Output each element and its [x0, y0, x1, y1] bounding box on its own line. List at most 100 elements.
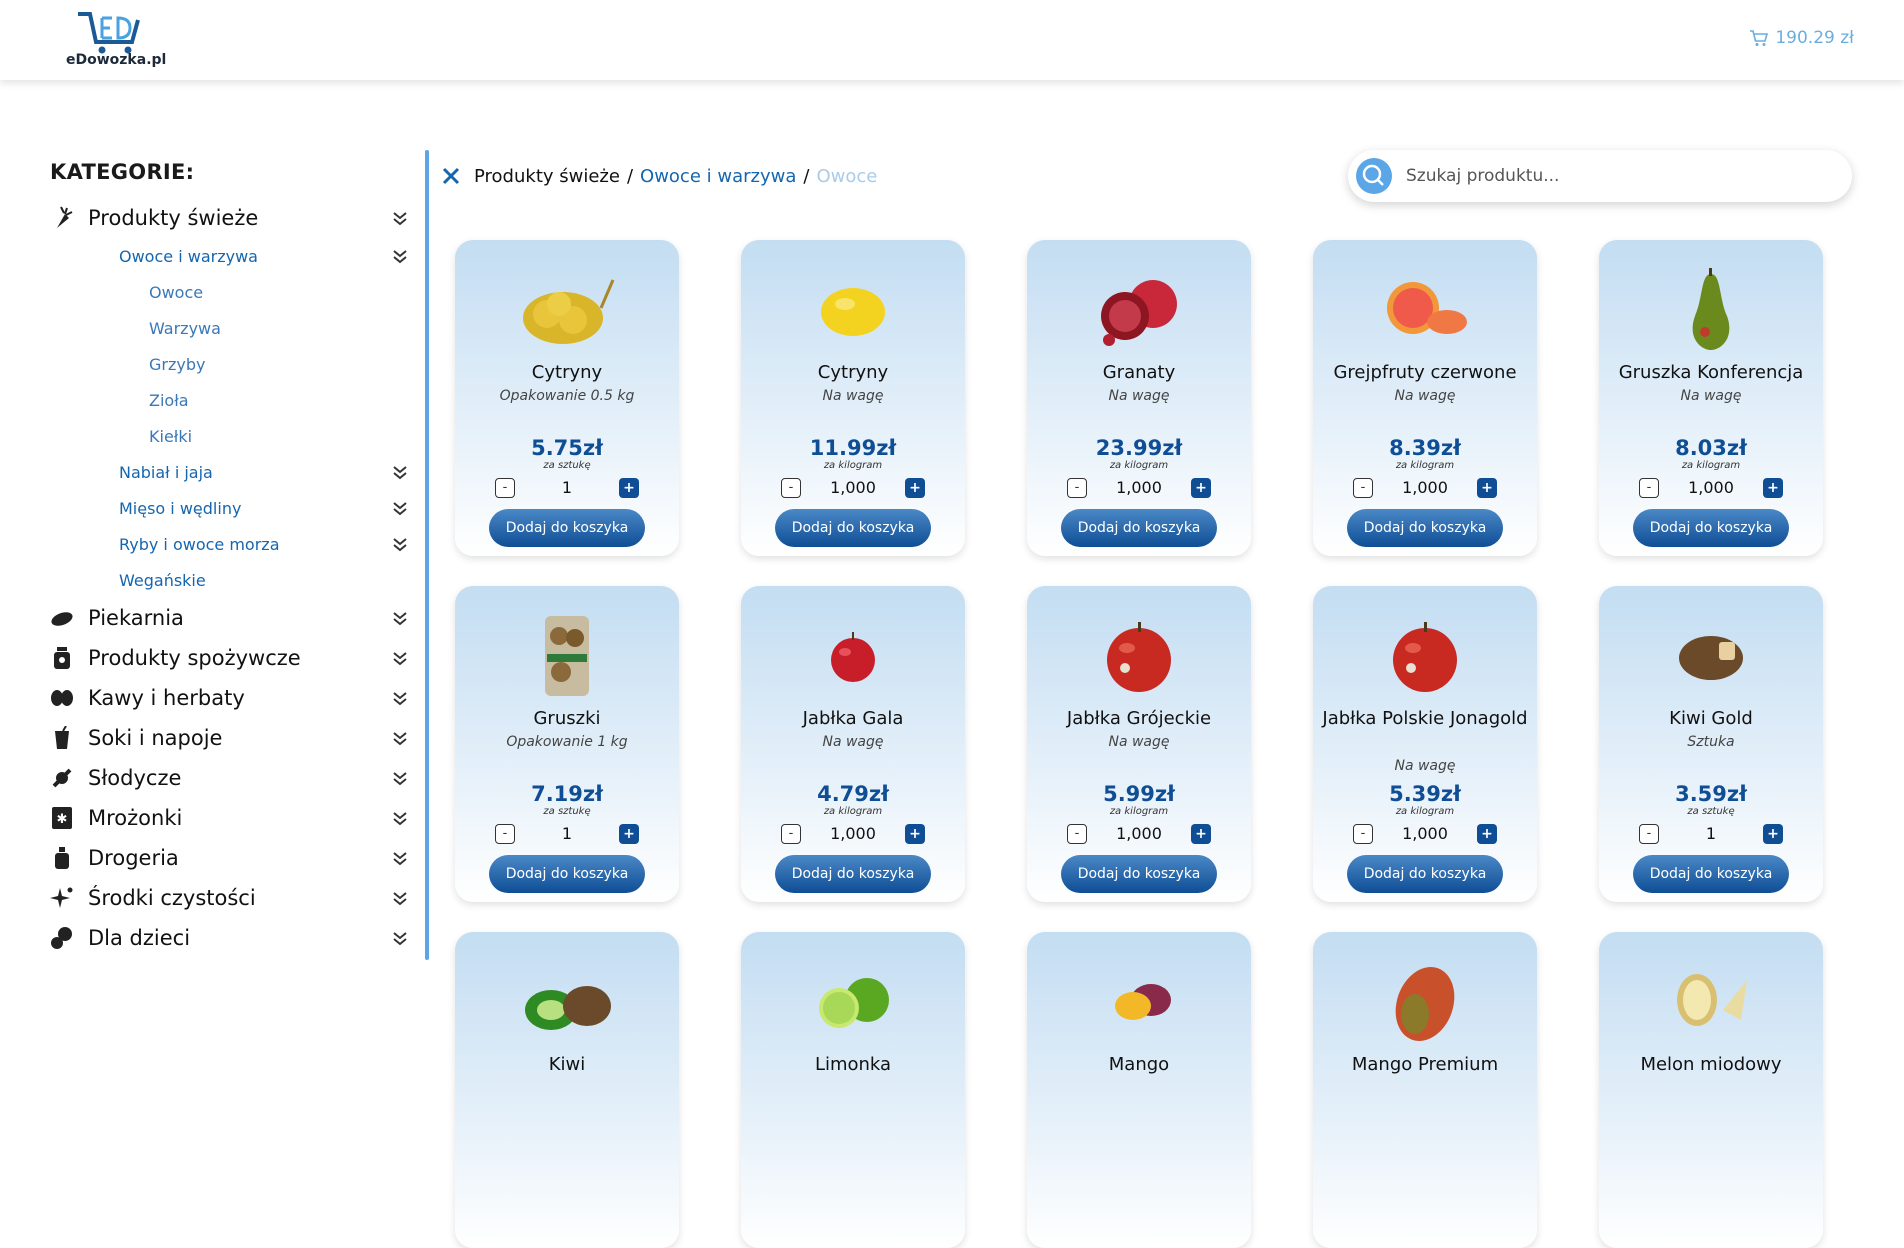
product-card[interactable]: Mango Premium [1313, 932, 1537, 1248]
product-name[interactable]: Kiwi [461, 1052, 673, 1078]
quantity-value[interactable]: 1,000 [1377, 824, 1473, 844]
product-image[interactable] [803, 268, 903, 350]
product-name[interactable]: Melon miodowy [1605, 1052, 1817, 1078]
add-to-cart-button[interactable]: Dodaj do koszyka [1633, 509, 1789, 547]
quantity-value[interactable]: 1 [519, 478, 615, 498]
product-image[interactable] [1375, 614, 1475, 696]
increase-quantity-button[interactable]: + [1477, 478, 1497, 498]
search-input[interactable] [1406, 162, 1826, 190]
product-card[interactable]: Kiwi [455, 932, 679, 1248]
category-produkty-swieze[interactable]: Produkty świeże [50, 198, 410, 238]
increase-quantity-button[interactable]: + [1763, 824, 1783, 844]
decrease-quantity-button[interactable]: - [781, 824, 801, 844]
product-image[interactable] [1375, 268, 1475, 350]
decrease-quantity-button[interactable]: - [1639, 478, 1659, 498]
close-icon[interactable] [440, 165, 462, 187]
category-produkty-spozywcze[interactable]: Produkty spożywcze [50, 638, 410, 678]
increase-quantity-button[interactable]: + [905, 478, 925, 498]
decrease-quantity-button[interactable]: - [495, 824, 515, 844]
quantity-value[interactable]: 1 [1663, 824, 1759, 844]
product-name[interactable]: Jabłka Grójeckie [1033, 706, 1245, 732]
chevron-down-icon[interactable] [392, 248, 408, 264]
add-to-cart-button[interactable]: Dodaj do koszyka [489, 855, 645, 893]
increase-quantity-button[interactable]: + [1763, 478, 1783, 498]
product-image[interactable] [1375, 960, 1475, 1042]
chevron-down-icon[interactable] [392, 890, 408, 906]
product-name[interactable]: Jabłka Gala [747, 706, 959, 732]
add-to-cart-button[interactable]: Dodaj do koszyka [489, 509, 645, 547]
chevron-down-icon[interactable] [392, 500, 408, 516]
subcategory-nabial-i-jaja[interactable]: Nabiał i jaja [50, 454, 410, 490]
product-card[interactable]: Limonka [741, 932, 965, 1248]
chevron-down-icon[interactable] [392, 810, 408, 826]
product-card[interactable]: Granaty Na wagę 23.99zł za kilogram -1,000 + D… [1027, 240, 1251, 556]
product-name[interactable]: Gruszki [461, 706, 673, 732]
add-to-cart-button[interactable]: Dodaj do koszyka [1061, 855, 1217, 893]
category-kawy-i-herbaty[interactable]: Kawy i herbaty [50, 678, 410, 718]
quantity-value[interactable]: 1,000 [1091, 824, 1187, 844]
increase-quantity-button[interactable]: + [1477, 824, 1497, 844]
product-name[interactable]: Cytryny [461, 360, 673, 386]
add-to-cart-button[interactable]: Dodaj do koszyka [775, 855, 931, 893]
product-card[interactable]: Gruszka Konferencja Na wagę 8.03zł za kilog… [1599, 240, 1823, 556]
quantity-value[interactable]: 1,000 [1663, 478, 1759, 498]
decrease-quantity-button[interactable]: - [1353, 824, 1373, 844]
category-soki-i-napoje[interactable]: Soki i napoje [50, 718, 410, 758]
logo-text[interactable]: eDowozka.pl [66, 52, 166, 68]
product-name[interactable]: Grejpfruty czerwone [1319, 360, 1531, 386]
decrease-quantity-button[interactable]: - [1353, 478, 1373, 498]
quantity-value[interactable]: 1,000 [1377, 478, 1473, 498]
product-card[interactable]: Mango [1027, 932, 1251, 1248]
product-card[interactable]: Grejpfruty czerwone Na wagę 8.39zł za kilog… [1313, 240, 1537, 556]
product-name[interactable]: Granaty [1033, 360, 1245, 386]
product-card[interactable]: Cytryny Na wagę 11.99zł za kilogram -1,000 + D… [741, 240, 965, 556]
subcategory-owoce-i-warzywa[interactable]: Owoce i warzywa [50, 238, 410, 274]
product-name[interactable]: Mango Premium [1319, 1052, 1531, 1078]
subcategory-weganskie[interactable]: Wegańskie [50, 562, 410, 598]
product-name[interactable]: Jabłka Polskie Jonagold [1319, 706, 1531, 732]
increase-quantity-button[interactable]: + [1191, 824, 1211, 844]
chevron-down-icon[interactable] [392, 536, 408, 552]
chevron-down-icon[interactable] [392, 464, 408, 480]
product-image[interactable] [517, 268, 617, 350]
decrease-quantity-button[interactable]: - [1067, 478, 1087, 498]
increase-quantity-button[interactable]: + [905, 824, 925, 844]
breadcrumb-level2[interactable]: Owoce i warzywa [640, 166, 796, 187]
product-image[interactable] [803, 960, 903, 1042]
product-image[interactable] [803, 614, 903, 696]
product-image[interactable] [1089, 614, 1189, 696]
decrease-quantity-button[interactable]: - [1639, 824, 1659, 844]
increase-quantity-button[interactable]: + [619, 478, 639, 498]
product-name[interactable]: Cytryny [747, 360, 959, 386]
chevron-down-icon[interactable] [392, 770, 408, 786]
chevron-down-icon[interactable] [392, 610, 408, 626]
category-mrozonki[interactable]: ✱ Mrożonki [50, 798, 410, 838]
chevron-down-icon[interactable] [392, 690, 408, 706]
product-name[interactable]: Limonka [747, 1052, 959, 1078]
chevron-down-icon[interactable] [392, 850, 408, 866]
product-card[interactable]: Jabłka Gala Na wagę 4.79zł za kilogram -1,00… [741, 586, 965, 902]
cart-button[interactable]: 190.29 zł [1749, 28, 1854, 48]
subcategory-mieso-i-wedliny[interactable]: Mięso i wędliny [50, 490, 410, 526]
product-card[interactable]: Gruszki Opakowanie 1 kg 7.19zł za sztukę -1 +… [455, 586, 679, 902]
product-card[interactable]: Kiwi Gold Sztuka 3.59zł za sztukę -1 + Dodaj d… [1599, 586, 1823, 902]
product-card[interactable]: Jabłka Grójeckie Na wagę 5.99zł za kilogram… [1027, 586, 1251, 902]
chevron-down-icon[interactable] [392, 930, 408, 946]
product-card[interactable]: Jabłka Polskie Jonagold Na wagę 5.39zł za k… [1313, 586, 1537, 902]
product-image[interactable] [517, 614, 617, 696]
add-to-cart-button[interactable]: Dodaj do koszyka [1633, 855, 1789, 893]
category-drogeria[interactable]: Drogeria [50, 838, 410, 878]
add-to-cart-button[interactable]: Dodaj do koszyka [1061, 509, 1217, 547]
decrease-quantity-button[interactable]: - [781, 478, 801, 498]
increase-quantity-button[interactable]: + [1191, 478, 1211, 498]
search-icon[interactable] [1356, 158, 1392, 194]
product-image[interactable] [1661, 960, 1761, 1042]
subsubcategory-warzywa[interactable]: Warzywa [50, 310, 410, 346]
product-card[interactable]: Cytryny Opakowanie 0.5 kg 5.75zł za sztukę -… [455, 240, 679, 556]
decrease-quantity-button[interactable]: - [495, 478, 515, 498]
product-image[interactable] [1661, 614, 1761, 696]
decrease-quantity-button[interactable]: - [1067, 824, 1087, 844]
product-image[interactable] [1089, 268, 1189, 350]
chevron-down-icon[interactable] [392, 210, 408, 226]
add-to-cart-button[interactable]: Dodaj do koszyka [1347, 509, 1503, 547]
